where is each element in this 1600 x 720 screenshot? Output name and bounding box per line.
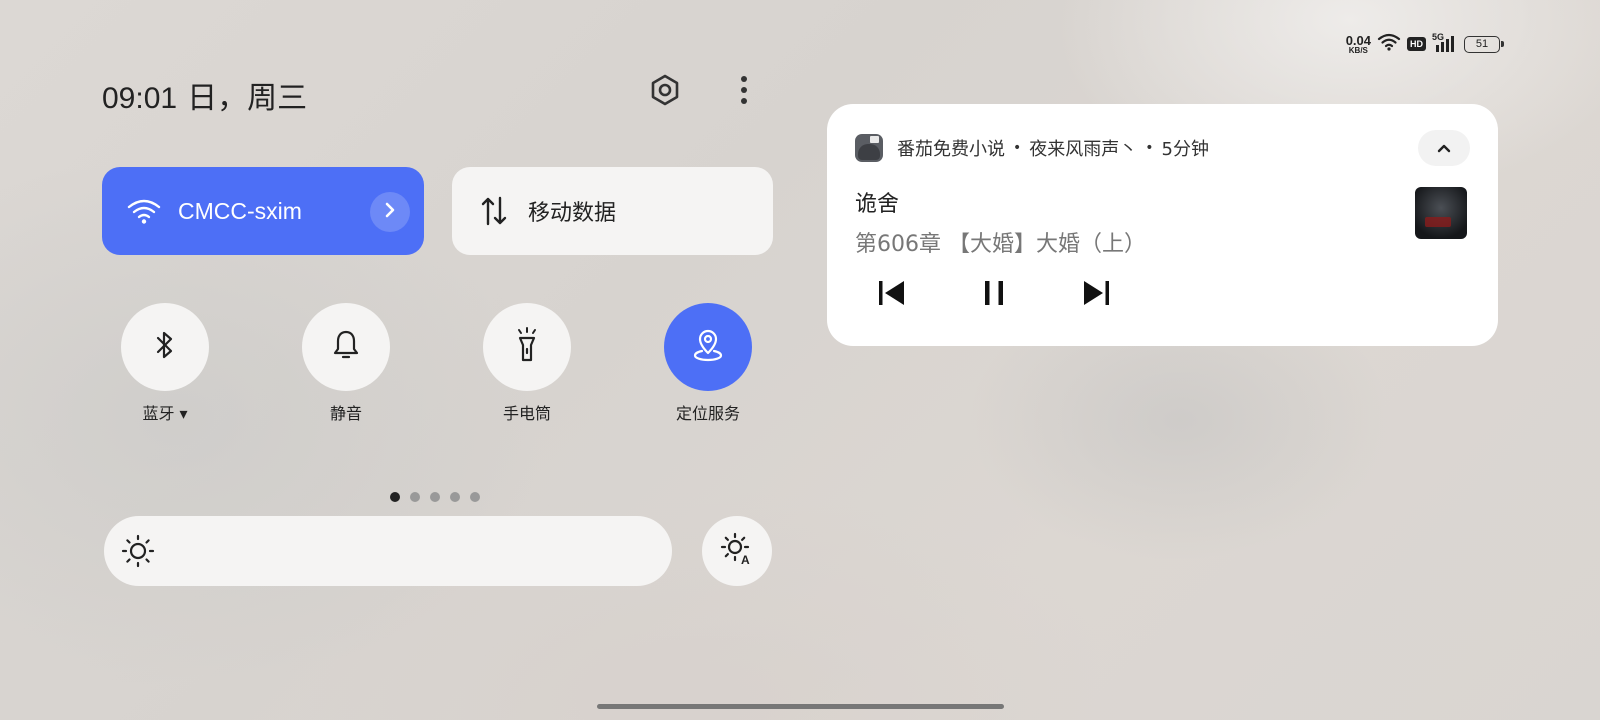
notification-header: 番茄免费小说 • 夜来风雨声丶 • 5分钟 — [855, 134, 1209, 162]
auto-brightness-button[interactable]: A — [702, 516, 772, 586]
pause-button[interactable] — [969, 270, 1019, 320]
page-dot[interactable] — [410, 492, 420, 502]
next-icon — [1080, 278, 1112, 312]
wifi-status-icon — [1377, 32, 1401, 56]
chevron-up-icon — [1436, 139, 1452, 158]
svg-text:A: A — [741, 553, 750, 567]
next-button[interactable] — [1071, 270, 1121, 320]
bluetooth-icon — [153, 329, 177, 365]
status-bar: 0.04 KB/S HD 5G 51 — [1346, 32, 1504, 56]
mobile-data-label: 移动数据 — [528, 201, 617, 226]
home-indicator[interactable] — [597, 704, 1004, 709]
location-label: 定位服务 — [675, 404, 740, 423]
page-dot[interactable] — [430, 492, 440, 502]
flashlight-icon — [512, 326, 542, 368]
wifi-tile[interactable]: CMCC-sxim — [102, 167, 424, 255]
date-time: 09:01 日，周三 — [102, 73, 307, 117]
page-indicator — [390, 492, 480, 502]
wifi-details-button[interactable] — [370, 192, 410, 232]
app-icon — [855, 134, 883, 162]
media-notification[interactable]: 番茄免费小说 • 夜来风雨声丶 • 5分钟 诡舍 第606章 【大婚】大婚（上） — [827, 104, 1498, 346]
mobile-data-tile[interactable]: 移动数据 — [452, 167, 773, 255]
wifi-network-name: CMCC-sxim — [178, 197, 302, 224]
battery-icon: 51 — [1464, 35, 1504, 53]
page-dot[interactable] — [450, 492, 460, 502]
settings-button[interactable] — [643, 70, 687, 114]
sun-icon — [120, 533, 156, 569]
cover-art — [1415, 187, 1467, 239]
brightness-slider[interactable] — [104, 516, 672, 586]
flashlight-toggle[interactable] — [483, 303, 571, 391]
date-text: 日，周三 — [187, 82, 308, 115]
page-dot[interactable] — [470, 492, 480, 502]
flashlight-label: 手电筒 — [502, 404, 551, 423]
network-speed: 0.04 KB/S — [1346, 34, 1371, 55]
notification-time: 5分钟 — [1161, 139, 1209, 160]
pause-icon — [981, 278, 1007, 312]
hd-badge: HD — [1407, 37, 1426, 51]
auto-brightness-icon: A — [719, 531, 755, 571]
signal-icon: 5G — [1432, 32, 1458, 54]
bell-icon — [331, 328, 361, 366]
location-pin-icon — [692, 327, 724, 367]
wifi-icon — [126, 196, 162, 226]
author-name: 夜来风雨声丶 — [1029, 139, 1138, 160]
previous-icon — [876, 278, 908, 312]
app-name: 番茄免费小说 — [897, 139, 1005, 160]
previous-button[interactable] — [867, 270, 917, 320]
collapse-button[interactable] — [1418, 130, 1470, 166]
track-subtitle: 第606章 【大婚】大婚（上） — [855, 232, 1146, 257]
battery-level: 51 — [1475, 38, 1489, 50]
page-dot[interactable] — [390, 492, 400, 502]
more-vertical-icon — [739, 75, 749, 109]
location-toggle[interactable] — [664, 303, 752, 391]
track-title: 诡舍 — [855, 192, 900, 217]
bluetooth-label: 蓝牙 ▾ — [142, 404, 188, 423]
clock-time: 09:01 — [102, 82, 178, 115]
mobile-data-icon — [480, 196, 508, 226]
network-speed-unit: KB/S — [1348, 45, 1368, 55]
silent-toggle[interactable] — [302, 303, 390, 391]
more-button[interactable] — [722, 70, 766, 114]
hexagon-settings-icon — [648, 73, 682, 111]
bluetooth-toggle[interactable] — [121, 303, 209, 391]
network-speed-value: 0.04 — [1345, 32, 1371, 48]
chevron-right-icon — [383, 202, 397, 222]
silent-label: 静音 — [329, 404, 362, 423]
